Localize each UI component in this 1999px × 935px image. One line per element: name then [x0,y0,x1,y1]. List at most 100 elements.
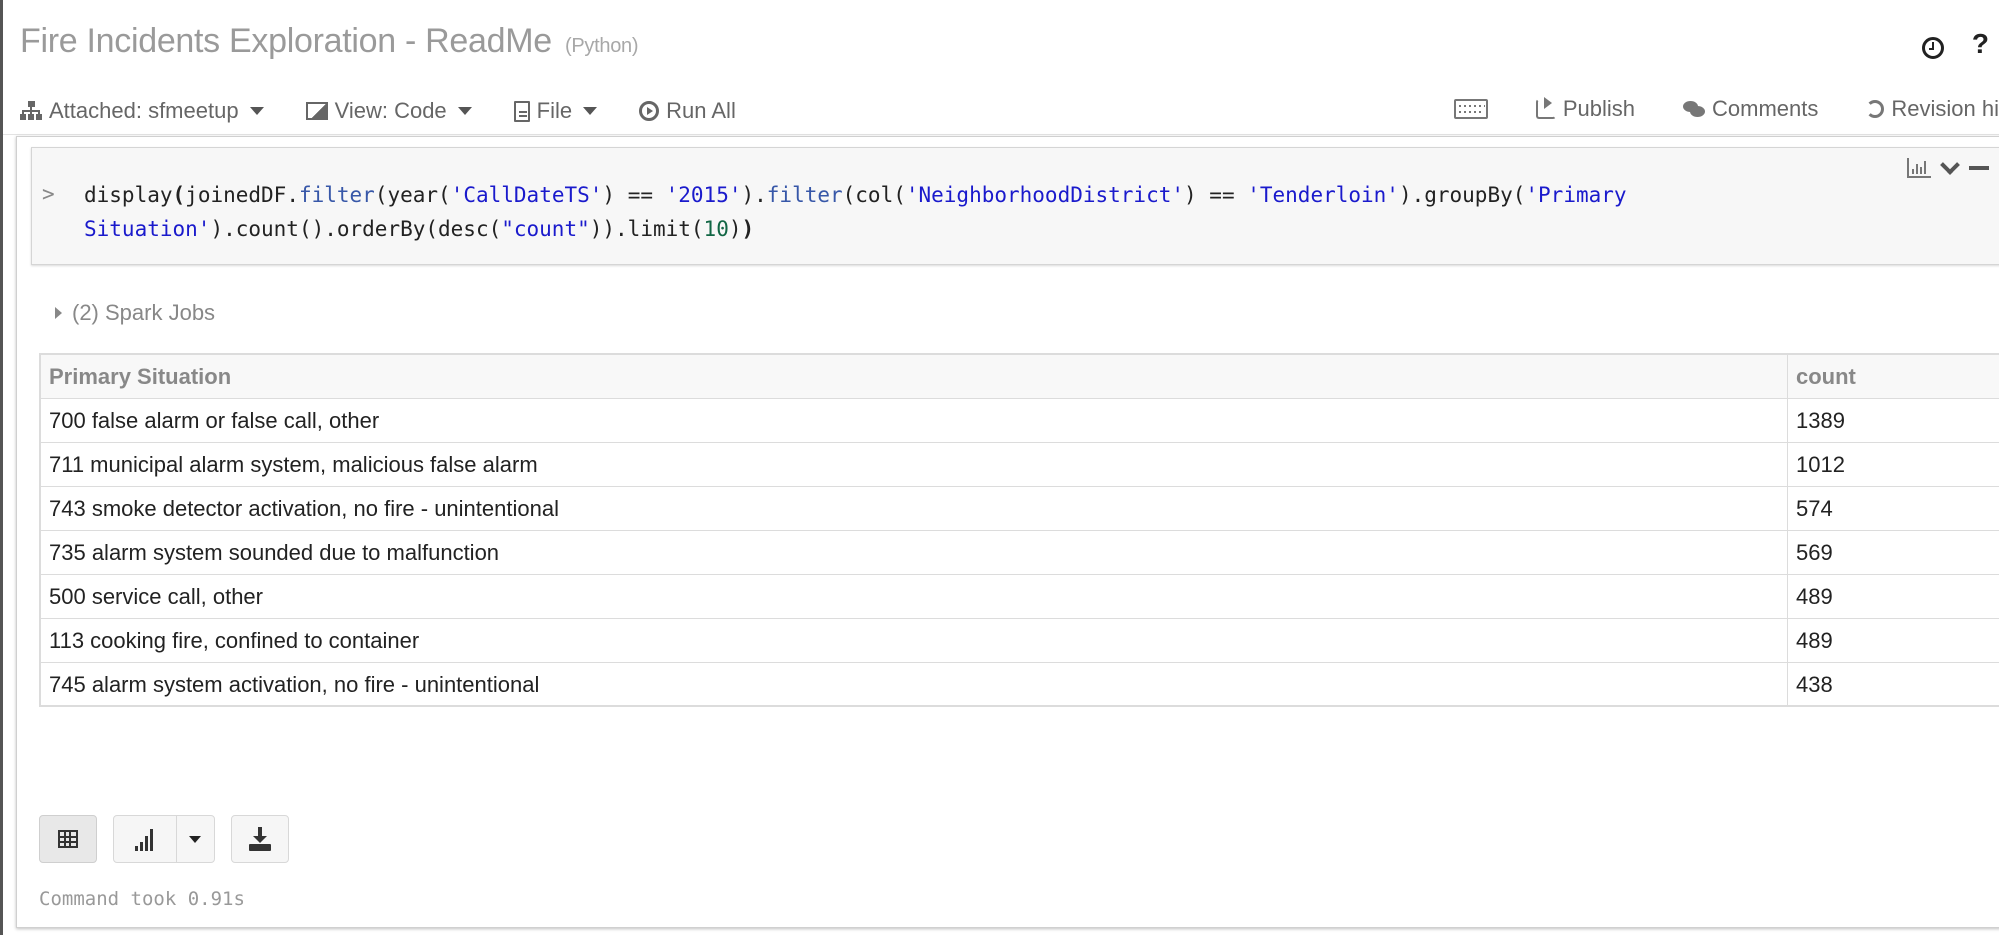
comments-label: Comments [1712,96,1819,121]
clock-icon[interactable] [1921,37,1944,59]
share-icon [1535,97,1556,119]
cell-primary-situation: 700 false alarm or false call, other [40,398,1788,443]
run-all-label: Run All [666,98,736,123]
view-dropdown[interactable]: View: Code [305,98,472,124]
chevron-down-icon[interactable] [1940,155,1960,175]
table-row: 743 smoke detector activation, no fire -… [40,486,1999,531]
chart-view-button[interactable] [114,816,177,862]
caret-right-icon [55,307,62,319]
file-label: File [536,98,573,123]
cell-count: 438 [1787,662,1999,705]
table-icon [58,830,78,848]
comments-icon [1683,101,1706,117]
spark-jobs-label: (2) Spark Jobs [72,300,216,325]
toolbar-right: Publish Comments Revision hi [1406,96,1999,122]
play-circle-icon [639,101,660,121]
publish-button[interactable]: Publish [1535,96,1636,122]
notebook-title[interactable]: Fire Incidents Exploration - ReadMe (Pyt… [20,22,639,61]
comments-button[interactable]: Comments [1683,96,1818,122]
image-icon [305,102,328,120]
code-line: Situation').count().orderBy(desc("count"… [84,212,1884,246]
column-header-count[interactable]: count [1787,354,1999,399]
table-row: 113 cooking fire, confined to container 4… [40,618,1999,663]
code-token: ( [172,183,186,207]
code-token: ) == [602,183,666,207]
code-editor[interactable]: > display(joinedDF.filter(year('CallDate… [31,147,1999,265]
code-token: ). [741,183,767,207]
cell-prompt: > [42,182,55,206]
cell-primary-situation: 735 alarm system sounded due to malfunct… [40,530,1788,575]
code-token: 'Tenderloin' [1247,183,1399,207]
table-row: 711 municipal alarm system, malicious fa… [40,442,1999,487]
code-token: ).groupBy( [1398,183,1526,207]
code-token: ).count().orderBy(desc( [210,217,502,241]
publish-label: Publish [1562,96,1636,121]
code-text[interactable]: display(joinedDF.filter(year('CallDateTS… [84,178,1884,246]
results-table: Primary Situation count 700 false alarm … [40,354,1999,708]
cluster-icon [20,101,42,121]
command-duration: Command took 0.91s [39,888,245,910]
notebook-title-text: Fire Incidents Exploration - ReadMe [20,22,552,60]
table-row: 733 smoke detector activation due to mal… [41,707,1999,708]
revision-label: Revision hi [1891,96,1999,121]
cell-primary-situation: 711 municipal alarm system, malicious fa… [40,442,1788,487]
table-header-row: Primary Situation count [40,354,1999,399]
code-token: 10 [703,217,729,241]
code-token: ) == [1184,183,1248,207]
code-token: 'CallDateTS' [450,183,603,207]
file-dropdown[interactable]: File [513,98,598,124]
code-token: (year( [374,183,451,207]
cell-primary-situation: 113 cooking fire, confined to container [40,618,1788,663]
file-icon [513,100,530,122]
cell-count: 404 [1788,707,1999,708]
bar-chart-icon[interactable] [1907,158,1931,178]
cell-count: 489 [1787,618,1999,663]
code-token: Situation' [84,217,211,241]
result-view-controls [39,815,289,863]
code-token: joinedDF. [185,183,299,207]
attached-label: Attached: sfmeetup [49,98,239,123]
table-row: 735 alarm system sounded due to malfunct… [40,530,1999,575]
window-left-edge [0,0,3,935]
table-row: 745 alarm system activation, no fire - u… [40,662,1999,705]
notebook-toolbar: Attached: sfmeetup View: Code File Run A… [20,96,1999,126]
code-token: 'NeighborhoodDistrict' [905,183,1185,207]
run-all-button[interactable]: Run All [639,98,736,124]
caret-down-icon [583,107,598,115]
caret-down-icon [249,107,264,115]
column-header-primary-situation[interactable]: Primary Situation [40,354,1788,399]
code-token: 'Primary [1525,183,1627,207]
revision-history-button[interactable]: Revision hi [1866,96,1999,122]
cell-count: 569 [1787,530,1999,575]
code-token: ) [728,217,742,241]
code-token: ) [741,217,755,241]
download-button[interactable] [231,815,289,863]
keyboard-shortcuts-button[interactable] [1453,99,1488,119]
code-token: (col( [842,183,906,207]
cell-primary-situation: 500 service call, other [40,574,1788,619]
code-token: "count" [501,217,590,241]
table-row: 700 false alarm or false call, other 1389 [40,398,1999,443]
notebook-language: (Python) [565,35,639,57]
cell-count: 1012 [1787,442,1999,487]
spark-jobs-toggle[interactable]: (2) Spark Jobs [55,300,215,326]
top-icons: ? [1921,28,1989,60]
cell-count: 1389 [1787,398,1999,443]
cell-primary-situation: 745 alarm system activation, no fire - u… [40,662,1788,705]
cell-actions [1907,155,1989,178]
minimize-icon[interactable] [1969,166,1989,170]
attached-cluster-dropdown[interactable]: Attached: sfmeetup [20,98,264,124]
view-label: View: Code [334,98,447,123]
help-icon[interactable]: ? [1972,28,1989,60]
code-line: display(joinedDF.filter(year('CallDateTS… [84,178,1884,212]
notebook-cell: > display(joinedDF.filter(year('CallDate… [16,136,1999,928]
caret-down-icon [457,107,472,115]
history-icon [1866,100,1885,118]
chart-type-dropdown[interactable] [177,816,214,862]
download-icon [249,827,271,851]
table-view-button[interactable] [39,815,97,863]
cell-count: 574 [1787,486,1999,531]
bar-chart-icon [133,827,157,851]
chart-view-button-group [113,815,215,863]
results-table-container[interactable]: Primary Situation count 700 false alarm … [39,353,1999,707]
